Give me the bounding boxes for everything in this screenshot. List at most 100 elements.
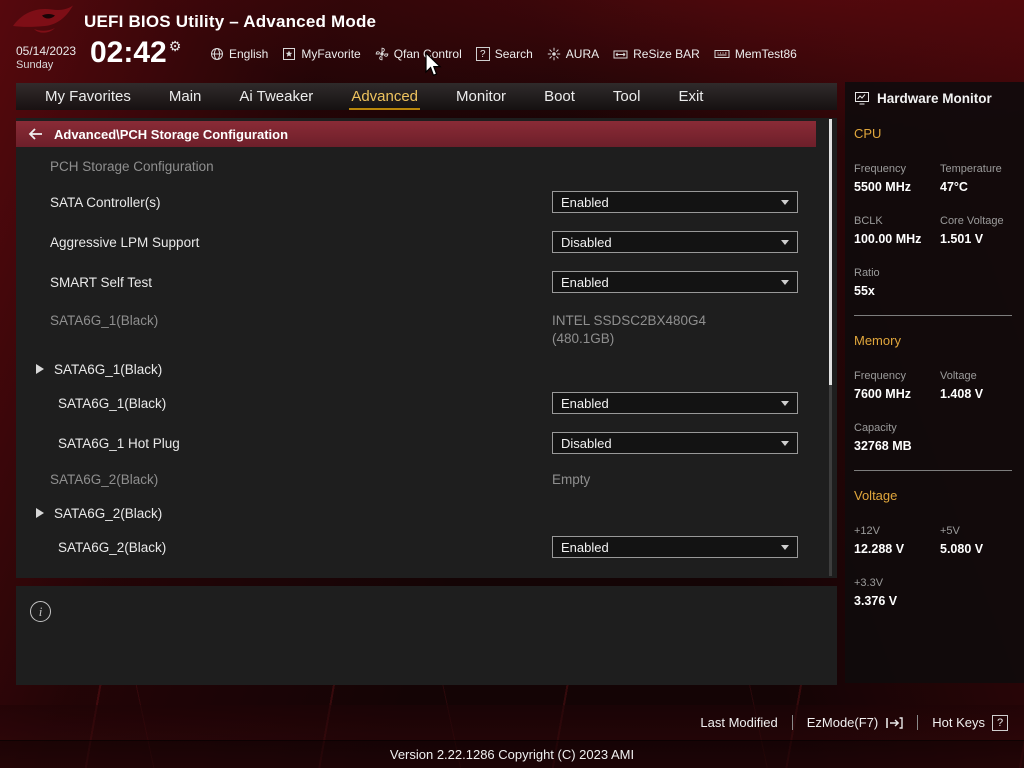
tab-exit[interactable]: Exit xyxy=(676,86,705,107)
hardware-monitor-title: Hardware Monitor xyxy=(877,91,992,106)
toolbar-item-search[interactable]: ? Search xyxy=(475,47,533,61)
aggressive-lpm-dropdown[interactable]: Disabled xyxy=(552,231,798,253)
tab-ai-tweaker[interactable]: Ai Tweaker xyxy=(237,86,315,107)
last-modified-label: Last Modified xyxy=(700,715,778,730)
hw-metric: Capacity 32768 MB xyxy=(854,422,940,453)
metric-value: 1.501 V xyxy=(940,232,984,246)
toolbar-item-english[interactable]: English xyxy=(210,47,268,61)
info-row-sata6g1: SATA6G_1(Black) INTEL SSDSC2BX480G4 (480… xyxy=(16,309,816,347)
setting-label: SATA6G_1(Black) xyxy=(58,395,167,411)
version-bar: Version 2.22.1286 Copyright (C) 2023 AMI xyxy=(0,740,1024,768)
toolbar-item-resize-bar[interactable]: ReSize BAR xyxy=(613,47,700,61)
metric-label: Ratio xyxy=(854,267,880,279)
hw-metric: BCLK 100.00 MHz xyxy=(854,215,940,246)
metric-label: BCLK xyxy=(854,215,883,227)
toolbar-item-label: ReSize BAR xyxy=(633,47,700,61)
hw-metric: +5V 5.080 V xyxy=(940,525,1014,556)
drive-model: Empty xyxy=(552,472,591,487)
metric-label: +12V xyxy=(854,525,880,537)
drive-info-value: Empty xyxy=(552,471,590,489)
hw-section-voltage: Voltage +12V 12.288 V +5V 5.080 V +3.3V … xyxy=(854,488,1014,608)
date-display: 05/14/2023 Sunday xyxy=(16,44,76,72)
dropdown-value: Enabled xyxy=(561,395,609,411)
gear-icon[interactable]: ⚙ xyxy=(169,38,182,54)
toolbar-item-label: MyFavorite xyxy=(301,47,361,61)
toolbar-item-aura[interactable]: AURA xyxy=(547,47,599,61)
breadcrumb-bar: Advanced\PCH Storage Configuration xyxy=(16,121,816,147)
dropdown-value: Enabled xyxy=(561,274,609,290)
tab-monitor[interactable]: Monitor xyxy=(454,86,508,107)
sata6g2-dropdown[interactable]: Enabled xyxy=(552,536,798,558)
tab-boot[interactable]: Boot xyxy=(542,86,577,107)
hw-metric: Ratio 55x xyxy=(854,267,940,298)
hot-keys-button[interactable]: Hot Keys ? xyxy=(932,714,1008,731)
setting-row-sata-controllers: SATA Controller(s) Enabled xyxy=(16,191,816,213)
aura-icon xyxy=(547,47,561,61)
sata6g1-hot-plug-dropdown[interactable]: Disabled xyxy=(552,432,798,454)
bottom-bar: Last Modified EzMode(F7) Hot Keys ? xyxy=(0,705,1024,740)
back-arrow-icon[interactable] xyxy=(28,128,44,140)
metric-label: +5V xyxy=(940,525,960,537)
toolbar-item-label: Search xyxy=(494,47,533,61)
dropdown-value: Disabled xyxy=(561,234,612,250)
setting-row-sata6g1-enable: SATA6G_1(Black) Enabled xyxy=(16,392,816,414)
section-title: PCH Storage Configuration xyxy=(50,159,214,174)
toolbar-item-qfan-control[interactable]: Qfan Control xyxy=(375,47,462,61)
tab-my-favorites[interactable]: My Favorites xyxy=(43,86,133,107)
expand-row-sata6g1[interactable]: SATA6G_1(Black) xyxy=(16,358,816,380)
setting-label: SATA6G_1(Black) xyxy=(50,312,159,328)
version-text: Version 2.22.1286 Copyright (C) 2023 AMI xyxy=(389,747,635,762)
hardware-monitor-panel: Hardware Monitor CPU Frequency 5500 MHz … xyxy=(845,82,1024,683)
divider xyxy=(854,315,1012,316)
expand-row-sata6g2[interactable]: SATA6G_2(Black) xyxy=(16,502,816,524)
toolbar-item-myfavorite[interactable]: MyFavorite xyxy=(282,47,361,61)
clock-display: 02:42 ⚙ xyxy=(90,36,181,70)
ezmode-switch-icon xyxy=(885,716,903,730)
main-nav: My Favorites Main Ai Tweaker Advanced Mo… xyxy=(16,83,837,110)
globe-icon xyxy=(210,47,224,61)
setting-label: SMART Self Test xyxy=(50,274,153,290)
metric-value: 47°C xyxy=(940,180,968,194)
sata-controllers-dropdown[interactable]: Enabled xyxy=(552,191,798,213)
last-modified-button[interactable]: Last Modified xyxy=(700,715,777,730)
setting-label: SATA Controller(s) xyxy=(50,194,161,210)
metric-value: 55x xyxy=(854,284,875,298)
chevron-down-icon xyxy=(781,279,789,285)
time-value: 02:42 xyxy=(90,36,167,69)
smart-self-test-dropdown[interactable]: Enabled xyxy=(552,271,798,293)
tab-advanced[interactable]: Advanced xyxy=(349,86,420,110)
metric-label: Frequency xyxy=(854,163,906,175)
metric-label: Voltage xyxy=(940,370,977,382)
bios-screen: UEFI BIOS Utility – Advanced Mode 05/14/… xyxy=(0,0,1024,768)
tab-tool[interactable]: Tool xyxy=(611,86,643,107)
chevron-down-icon xyxy=(781,400,789,406)
expand-arrow-icon xyxy=(36,364,44,374)
fan-icon xyxy=(375,47,389,61)
toolbar-item-memtest86[interactable]: MemTest86 xyxy=(714,47,797,61)
breadcrumb: Advanced\PCH Storage Configuration xyxy=(54,126,289,142)
ezmode-button[interactable]: EzMode(F7) xyxy=(807,715,904,730)
tab-main[interactable]: Main xyxy=(167,86,204,107)
expand-label: SATA6G_1(Black) xyxy=(54,361,163,377)
info-icon: i xyxy=(30,601,51,622)
question-mark-icon: ? xyxy=(992,714,1008,731)
favorite-icon xyxy=(282,47,296,61)
resize-bar-icon xyxy=(613,48,628,61)
dropdown-value: Enabled xyxy=(561,539,609,555)
metric-value: 1.408 V xyxy=(940,387,984,401)
hw-section-memory: Memory Frequency 7600 MHz Voltage 1.408 … xyxy=(854,333,1014,453)
scrollbar-thumb[interactable] xyxy=(829,119,832,385)
toolbar-item-label: AURA xyxy=(565,47,600,61)
hw-section-cpu: CPU Frequency 5500 MHz Temperature 47°C … xyxy=(854,126,1014,298)
metric-label: Capacity xyxy=(854,422,897,434)
expand-label: SATA6G_2(Black) xyxy=(54,505,163,521)
monitor-icon xyxy=(854,91,870,106)
dropdown-value: Enabled xyxy=(561,194,609,210)
day-value: Sunday xyxy=(16,59,54,71)
metric-label: Core Voltage xyxy=(940,215,1004,227)
setting-row-sata6g1-hot-plug: SATA6G_1 Hot Plug Disabled xyxy=(16,432,816,454)
scrollbar-track[interactable] xyxy=(829,119,832,576)
metric-label: Frequency xyxy=(854,370,906,382)
ezmode-label: EzMode(F7) xyxy=(806,715,879,730)
sata6g1-dropdown[interactable]: Enabled xyxy=(552,392,798,414)
